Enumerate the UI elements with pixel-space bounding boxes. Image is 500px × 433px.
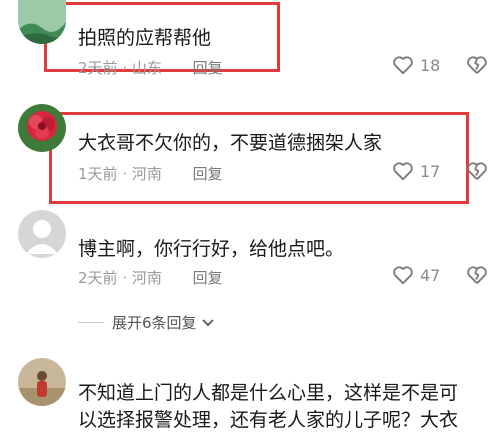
comment-text: 以选择报警处理，还有老人家的儿子呢？大衣 bbox=[78, 409, 459, 431]
chevron-down-icon bbox=[201, 318, 214, 326]
like-count: 18 bbox=[420, 55, 441, 75]
highlight-box-2 bbox=[49, 112, 469, 204]
reply-button[interactable]: 回复 bbox=[193, 269, 223, 287]
reply-button[interactable]: 回复 bbox=[193, 165, 223, 183]
comment-text: 不知道上门的人都是什么心里，这样是不是可 bbox=[78, 382, 459, 404]
comment-meta: 2天前 · 山东 回复 bbox=[78, 59, 223, 77]
default-avatar-icon[interactable] bbox=[18, 210, 66, 258]
heart-icon bbox=[393, 266, 413, 285]
comment-meta: 1天前 · 河南 回复 bbox=[78, 165, 223, 183]
like-button[interactable]: 47 bbox=[392, 265, 440, 285]
reply-button[interactable]: 回复 bbox=[193, 59, 223, 77]
like-button[interactable]: 17 bbox=[392, 161, 440, 181]
comment-location: 河南 bbox=[131, 269, 162, 287]
broken-heart-icon bbox=[467, 56, 487, 74]
expand-replies-label: 展开6条回复 bbox=[112, 314, 197, 332]
heart-icon bbox=[393, 162, 413, 181]
dislike-button[interactable] bbox=[466, 265, 488, 289]
comment-text: 博主啊，你行行好，给他点吧。 bbox=[78, 238, 345, 260]
comment-time: 2天前 bbox=[78, 59, 118, 77]
flower-avatar-icon[interactable] bbox=[18, 104, 66, 152]
broken-heart-icon bbox=[467, 266, 487, 284]
comment-location: 山东 bbox=[131, 59, 162, 77]
comment-time: 1天前 bbox=[78, 165, 118, 183]
like-count: 17 bbox=[420, 161, 441, 181]
comment-meta: 2天前 · 河南 回复 bbox=[78, 269, 223, 287]
like-count: 47 bbox=[420, 265, 441, 285]
comment-text: 大衣哥不欠你的，不要道德捆架人家 bbox=[78, 132, 383, 154]
comment-time: 2天前 bbox=[78, 269, 118, 287]
dislike-button[interactable] bbox=[466, 55, 488, 79]
like-button[interactable]: 18 bbox=[392, 55, 440, 75]
expand-replies-button[interactable]: 展开6条回复 bbox=[78, 312, 215, 333]
broken-heart-icon bbox=[467, 162, 487, 180]
dislike-button[interactable] bbox=[466, 161, 488, 185]
comment-location: 河南 bbox=[131, 165, 162, 183]
comment-text: 拍照的应帮帮他 bbox=[78, 27, 212, 49]
heart-icon bbox=[393, 56, 413, 75]
divider bbox=[78, 322, 104, 323]
person-photo-avatar-icon[interactable] bbox=[18, 358, 66, 406]
